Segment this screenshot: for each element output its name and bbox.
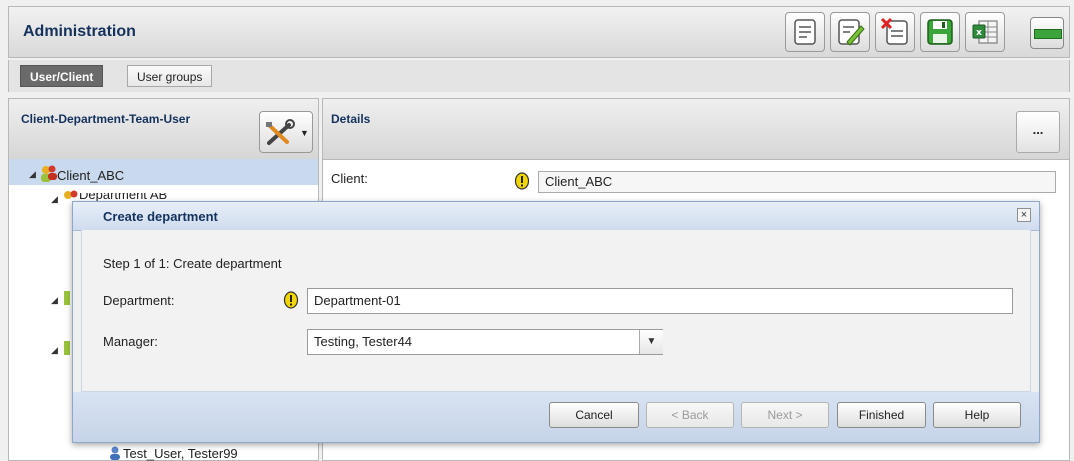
chevron-down-icon[interactable]: ▼ [639, 330, 663, 354]
create-department-dialog: Create department × Step 1 of 1: Create … [72, 201, 1040, 443]
edit-note-button[interactable] [830, 12, 870, 52]
minimize-icon [1034, 29, 1062, 39]
manager-select[interactable]: Testing, Tester44 [307, 329, 663, 355]
manager-label: Manager: [103, 334, 158, 349]
warning-icon [514, 172, 530, 190]
page-title: Administration [23, 23, 136, 40]
department-label: Department: [103, 293, 175, 308]
details-panel-header: Details ... [323, 99, 1069, 160]
tree-expand-icon[interactable]: ◢ [51, 295, 58, 306]
tree-node-icon [64, 291, 70, 305]
export-excel-button[interactable]: x [965, 12, 1005, 52]
step-indicator: Step 1 of 1: Create department [103, 256, 282, 271]
minimize-button[interactable] [1030, 17, 1064, 49]
excel-export-icon: x [972, 20, 998, 44]
tree-node-icon [64, 341, 70, 355]
next-button[interactable]: Next > [741, 402, 829, 428]
cancel-button[interactable]: Cancel [549, 402, 639, 428]
tree-expand-icon[interactable]: ◢ [51, 194, 58, 205]
more-options-button[interactable]: ... [1016, 111, 1060, 153]
warning-icon [283, 291, 299, 309]
dialog-title: Create department [103, 209, 218, 224]
tab-bar: User/Client User groups [8, 60, 1070, 92]
tree-expand-icon[interactable]: ◢ [51, 345, 58, 356]
department-field[interactable]: Department-01 [307, 288, 1013, 314]
back-button[interactable]: < Back [646, 402, 734, 428]
save-button[interactable] [920, 12, 960, 52]
client-group-icon [41, 165, 57, 182]
help-button[interactable]: Help [933, 402, 1021, 428]
tree-item-user[interactable]: Test_User, Tester99 [123, 446, 238, 461]
delete-note-button[interactable] [875, 12, 915, 52]
tab-user-client[interactable]: User/Client [20, 65, 104, 87]
note-icon [794, 19, 816, 45]
details-panel-title: Details [331, 112, 371, 126]
note-button[interactable] [785, 12, 825, 52]
tab-user-groups[interactable]: User groups [127, 65, 213, 87]
close-icon[interactable]: × [1017, 208, 1031, 222]
tree-item-department[interactable]: Department AB [79, 193, 167, 201]
tools-icon [266, 119, 295, 145]
app-header: Administration x [8, 6, 1070, 58]
delete-note-icon [880, 17, 908, 45]
client-label: Client: [331, 171, 368, 186]
tools-menu-button[interactable]: ▼ [259, 111, 313, 153]
edit-note-icon [838, 19, 865, 46]
finished-button[interactable]: Finished [837, 402, 926, 428]
tree-panel-header: Client-Department-Team-User ▼ [9, 99, 318, 160]
save-icon [927, 19, 953, 45]
tree-panel-title: Client-Department-Team-User [21, 112, 191, 126]
tree-expand-icon[interactable]: ◢ [29, 169, 36, 180]
client-field[interactable]: Client_ABC [538, 171, 1056, 193]
user-icon [110, 446, 120, 460]
chevron-down-icon: ▼ [300, 128, 309, 138]
dialog-titlebar[interactable]: Create department × [73, 202, 1039, 231]
tree-item-client[interactable]: Client_ABC [57, 168, 124, 183]
svg-text:x: x [976, 28, 982, 38]
